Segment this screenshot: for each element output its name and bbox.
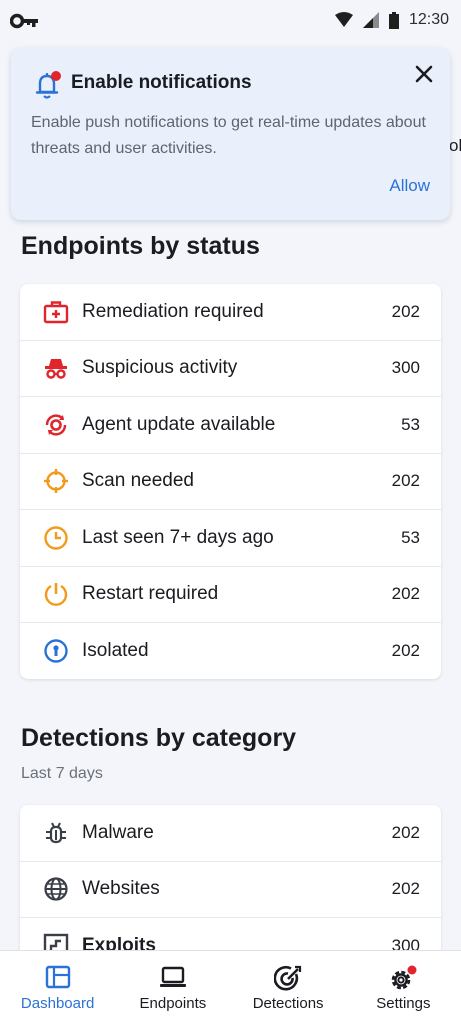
- item-label: Agent update available: [82, 413, 276, 435]
- item-count: 202: [391, 822, 420, 842]
- nav-endpoints[interactable]: Endpoints: [115, 951, 230, 1024]
- enable-notifications-banner: Enable notifications Enable push notific…: [11, 48, 450, 220]
- item-label: Suspicious activity: [82, 357, 238, 379]
- vpn-key-icon: [10, 13, 38, 29]
- clock-icon: [44, 526, 68, 550]
- gear-icon: [392, 965, 417, 990]
- item-count: 202: [391, 301, 420, 321]
- detections-section-title: Detections by category: [21, 724, 297, 752]
- nav-label: Detections: [252, 995, 324, 1012]
- item-count: 53: [401, 414, 420, 434]
- list-item-isolated[interactable]: Isolated 202: [20, 623, 441, 679]
- endpoints-section-title: Endpoints by status: [21, 232, 260, 260]
- banner-title: Enable notifications: [71, 72, 252, 93]
- medkit-icon: [43, 301, 69, 323]
- status-bar: 12:30: [0, 0, 461, 44]
- laptop-icon: [159, 966, 186, 987]
- item-label: Malware: [82, 821, 154, 843]
- list-item-suspicious-activity[interactable]: Suspicious activity 300: [20, 341, 441, 397]
- clock-time: 12:30: [408, 11, 449, 28]
- battery-icon: [388, 11, 399, 29]
- item-label: Scan needed: [82, 470, 194, 492]
- nav-settings[interactable]: Settings: [346, 951, 461, 1024]
- nav-label: Dashboard: [20, 995, 95, 1012]
- list-item-restart-required[interactable]: Restart required 202: [20, 567, 441, 623]
- notification-bell-icon: [35, 71, 61, 99]
- item-label: Websites: [82, 878, 160, 900]
- wifi-icon: [334, 12, 353, 27]
- nav-label: Endpoints: [139, 995, 207, 1012]
- list-item-malware[interactable]: Malware 202: [20, 805, 441, 862]
- item-label: Last seen 7+ days ago: [82, 526, 274, 548]
- endpoints-status-card: Remediation required 202 Suspicious acti…: [20, 284, 441, 679]
- detections-subtitle: Last 7 days: [21, 765, 103, 782]
- item-count: 202: [391, 879, 420, 899]
- list-item-agent-update-available[interactable]: Agent update available 53: [20, 397, 441, 454]
- item-count: 202: [391, 471, 420, 491]
- item-label: Restart required: [82, 583, 219, 605]
- list-item-last-seen[interactable]: Last seen 7+ days ago 53: [20, 510, 441, 567]
- item-count: 202: [391, 584, 420, 604]
- update-gear-icon: [45, 414, 67, 436]
- bug-icon: [46, 822, 66, 843]
- nav-detections[interactable]: Detections: [231, 951, 346, 1024]
- item-label: Remediation required: [82, 300, 264, 322]
- spy-icon: [45, 359, 67, 379]
- screen: 12:30 ol Enable notifications Enable pus…: [0, 0, 461, 1024]
- nav-label: Settings: [376, 995, 431, 1012]
- list-item-remediation-required[interactable]: Remediation required 202: [20, 284, 441, 341]
- list-item-websites[interactable]: Websites 202: [20, 862, 441, 918]
- globe-icon: [44, 877, 68, 901]
- lock-circle-icon: [44, 639, 68, 663]
- allow-button[interactable]: Allow: [389, 176, 430, 196]
- banner-description: Enable push notifications to get real-ti…: [31, 114, 426, 157]
- signal-icon: [362, 12, 379, 28]
- nav-dashboard[interactable]: Dashboard: [0, 951, 115, 1024]
- item-label: Isolated: [82, 640, 149, 662]
- item-count: 202: [391, 641, 420, 661]
- item-count: 53: [401, 527, 420, 547]
- list-item-scan-needed[interactable]: Scan needed 202: [20, 454, 441, 510]
- item-count: 300: [391, 358, 420, 378]
- target-icon: [274, 965, 302, 991]
- restart-icon: [44, 583, 68, 607]
- dashboard-icon: [45, 965, 70, 989]
- close-icon[interactable]: [412, 62, 436, 86]
- bottom-navigation: Dashboard Endpoints Detections Settings: [0, 950, 461, 1024]
- crosshair-icon: [44, 469, 68, 494]
